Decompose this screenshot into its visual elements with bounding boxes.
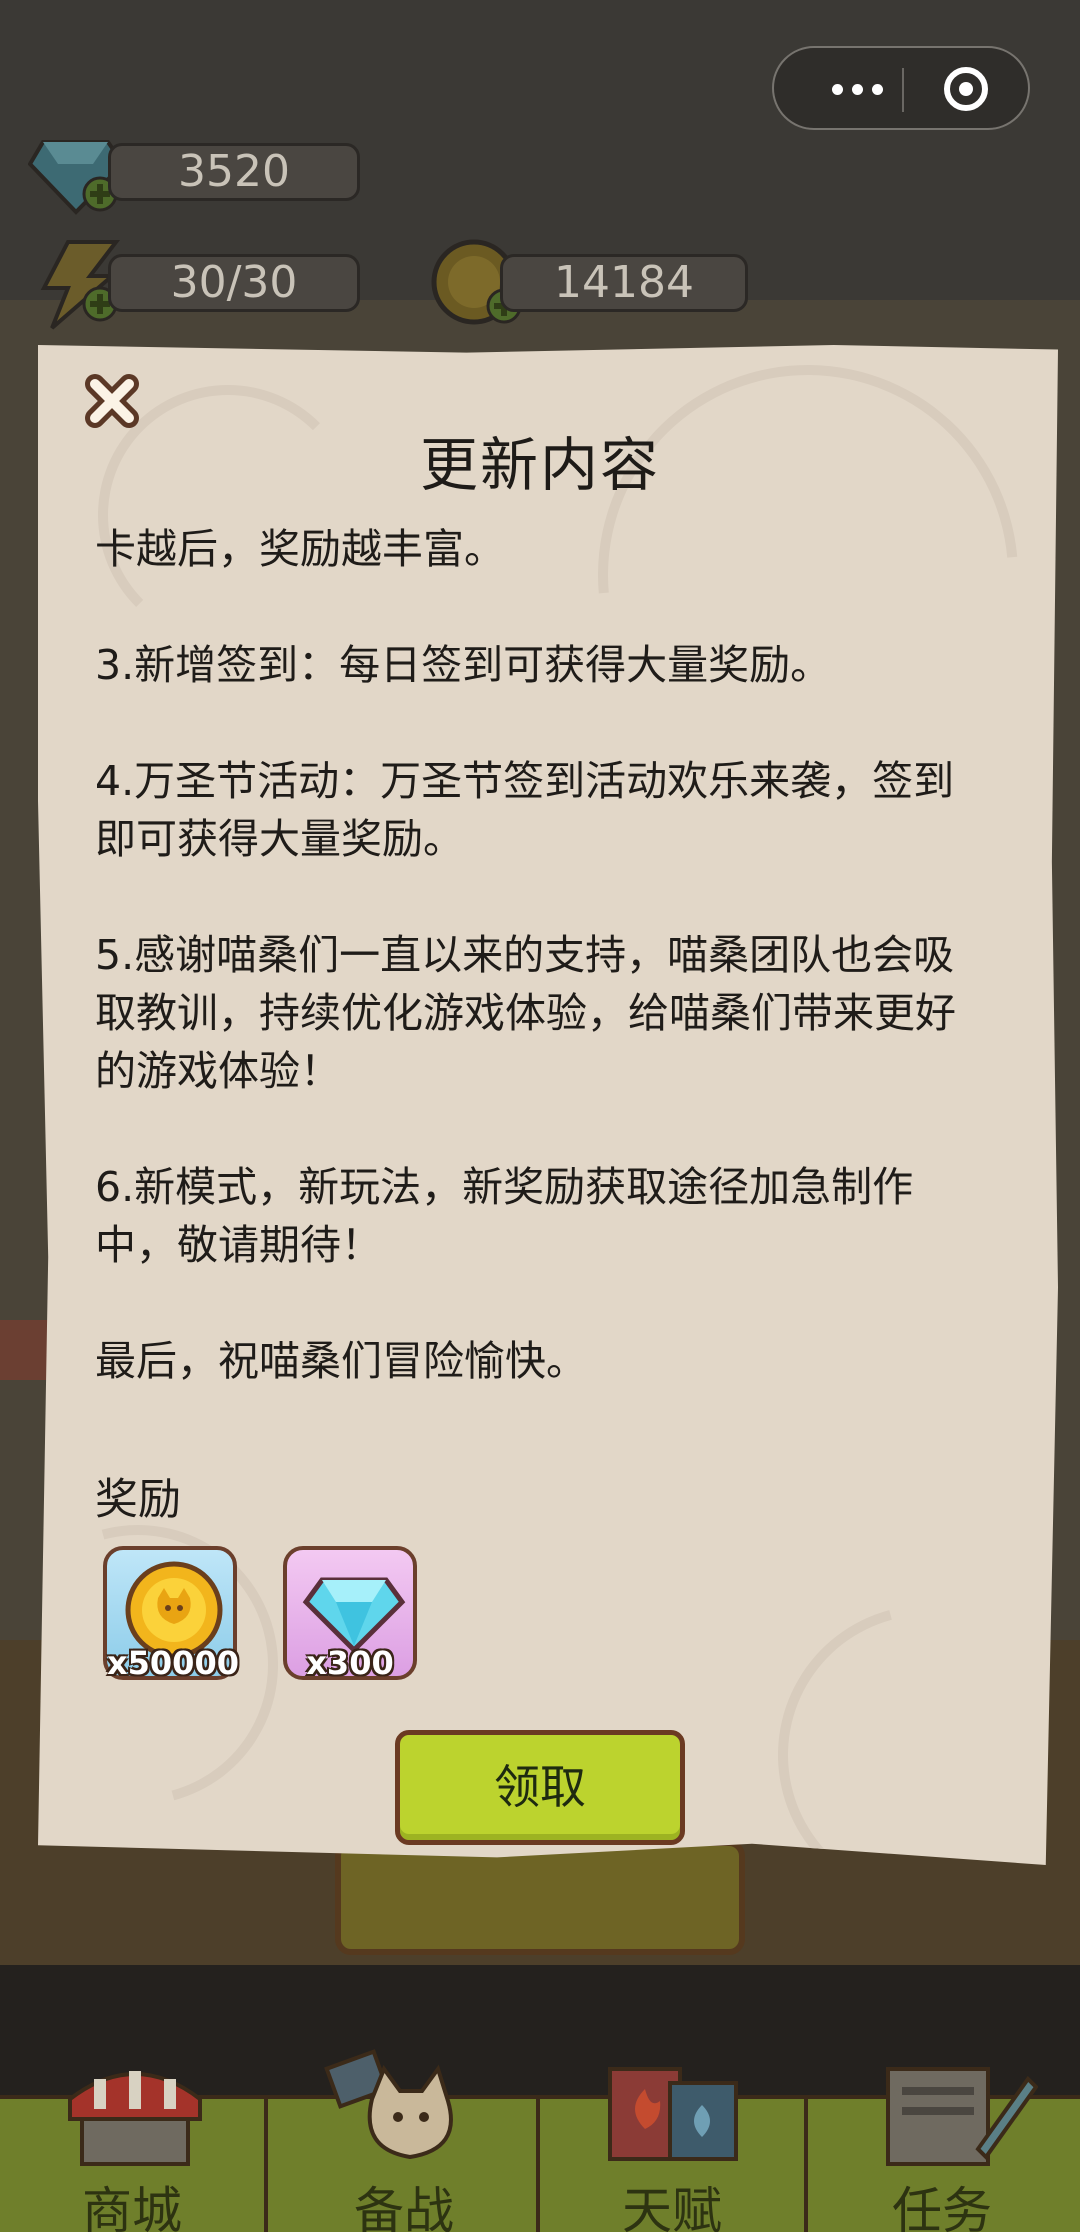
update-paragraph: 最后，祝喵桑们冒险愉快。	[95, 1337, 587, 1385]
update-paragraph: 3.新增签到：每日签到可获得大量奖励。	[95, 641, 832, 689]
dialog-title: 更新内容	[419, 431, 660, 499]
nav-item-talent[interactable]: 天赋	[540, 2067, 808, 2232]
cat-icon	[324, 2049, 453, 2160]
talent-book-icon	[608, 2067, 738, 2161]
gems-counter: 3520	[108, 143, 360, 201]
task-clipboard-icon	[886, 2067, 1038, 2166]
nav-label: 任务	[892, 2182, 992, 2232]
nav-item-shop[interactable]: 商城	[0, 2071, 268, 2232]
nav-label: 备战	[354, 2182, 454, 2232]
nav-label: 天赋	[622, 2182, 722, 2232]
reward-count: x50000	[107, 1644, 239, 1682]
update-paragraph: 4.万圣节活动：万圣节签到活动欢乐来袭，签到即可获得大量奖励。	[95, 757, 955, 863]
reward-label: 奖励	[95, 1475, 181, 1525]
more-dots-icon[interactable]	[804, 48, 924, 128]
diamond-icon	[302, 1577, 406, 1654]
target-circle-icon[interactable]	[944, 67, 988, 111]
update-paragraph: 5.感谢喵桑们一直以来的支持，喵桑团队也会吸取教训，持续优化游戏体验，给喵桑们带…	[95, 931, 956, 1095]
claim-button[interactable]: 领取	[395, 1730, 685, 1845]
energy-counter: 30/30	[108, 254, 360, 312]
reward-count: x300	[306, 1644, 394, 1682]
reward-diamond: x300	[283, 1546, 417, 1682]
nav-item-tasks[interactable]: 任务	[808, 2067, 1076, 2232]
background-start-button	[335, 1840, 745, 1955]
shop-icon	[68, 2071, 202, 2166]
nav-label: 商城	[82, 2182, 182, 2232]
reward-coin: x50000	[103, 1546, 239, 1682]
update-content: 卡越后，奖励越丰富。 3.新增签到：每日签到可获得大量奖励。 4.万圣节活动：万…	[95, 520, 995, 1448]
capsule-divider	[902, 68, 904, 112]
update-paragraph: 卡越后，奖励越丰富。	[95, 525, 505, 573]
coins-counter: 14184	[500, 254, 748, 312]
bottom-nav: 商城 备战 天赋 任务	[0, 2049, 1080, 2232]
mini-program-capsule	[772, 46, 1030, 130]
update-paragraph: 6.新模式，新玩法，新奖励获取途径加急制作中，敬请期待！	[95, 1163, 914, 1269]
nav-item-prepare[interactable]: 备战	[272, 2049, 540, 2232]
